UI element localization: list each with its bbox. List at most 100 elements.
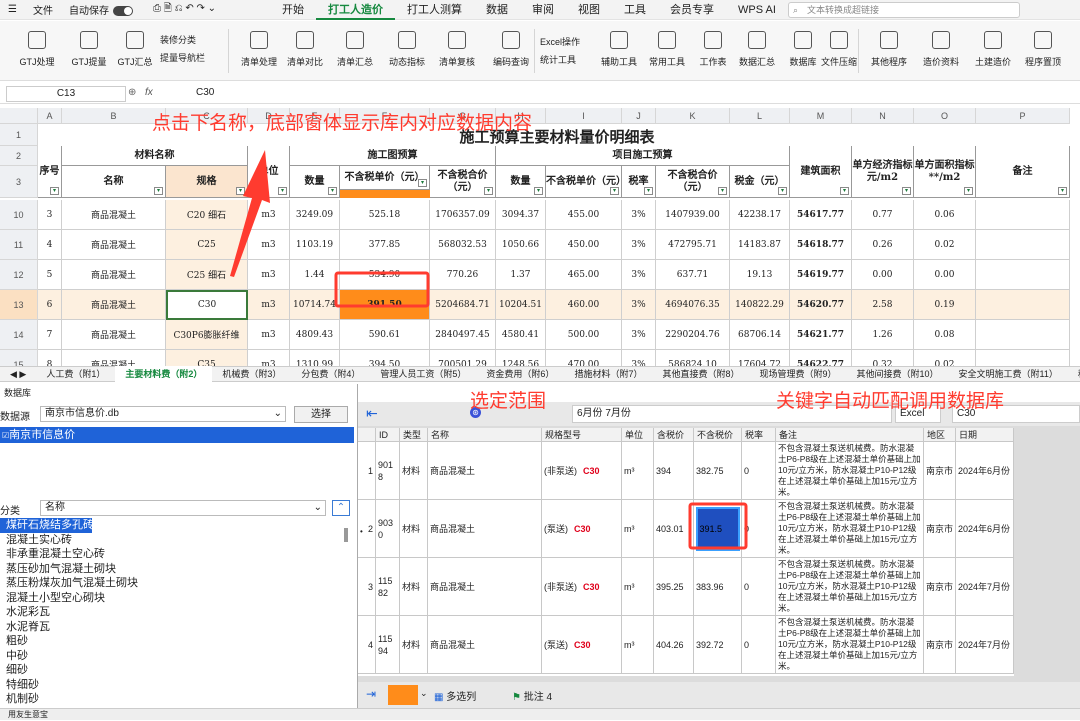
result-header-5[interactable]: 含税价 xyxy=(654,428,694,442)
cell-qty2[interactable]: 1248.56 xyxy=(496,350,546,366)
cell-tax[interactable]: 3% xyxy=(622,350,656,366)
sheet-tab-9[interactable]: 其他间接费（附10） xyxy=(846,366,948,382)
cell-price[interactable]: 525.18 xyxy=(340,200,430,230)
result-cell-date[interactable]: 2024年6月份 xyxy=(956,442,1014,500)
result-cell-type[interactable]: 材料 xyxy=(400,442,428,500)
cell-taxamt[interactable]: 17604.72 xyxy=(730,350,790,366)
result-cell-name[interactable]: 商品混凝土 xyxy=(428,558,542,616)
cell-spec[interactable]: C25 xyxy=(166,230,248,260)
ribbon-g2-1[interactable]: 清单对比 xyxy=(278,27,332,77)
cell-name[interactable]: 商品混凝土 xyxy=(62,230,166,260)
cell-area[interactable]: 54621.77 xyxy=(790,320,852,350)
category-item[interactable]: 细砂 xyxy=(0,663,346,678)
col-header-I[interactable]: I xyxy=(546,108,622,124)
col-header-P[interactable]: P xyxy=(976,108,1070,124)
sheet-tab-5[interactable]: 资金费用（附6） xyxy=(476,366,564,382)
result-cell-price_ex[interactable]: 391.5 xyxy=(694,500,742,558)
cell-total2[interactable]: 637.71 xyxy=(656,260,730,290)
result-cell-num[interactable]: 1 xyxy=(358,442,376,500)
fx-icon[interactable]: fx xyxy=(145,87,153,98)
tab-7[interactable]: 会员专享 xyxy=(658,0,726,20)
tab-4[interactable]: 审阅 xyxy=(520,0,566,20)
ribbon-g2-5[interactable]: 编码查询 xyxy=(484,27,538,77)
collapse-icon[interactable]: ⌃ xyxy=(332,500,350,516)
tab-2[interactable]: 打工人测算 xyxy=(395,0,474,20)
cell-total[interactable]: 2840497.45 xyxy=(430,320,496,350)
cell-unit[interactable]: m3 xyxy=(248,200,290,230)
cell-total2[interactable]: 1407939.00 xyxy=(656,200,730,230)
row-header[interactable]: 10 xyxy=(0,200,38,230)
scrollbar[interactable] xyxy=(344,528,348,542)
cell-seq[interactable]: 6 xyxy=(38,290,62,320)
cell-seq[interactable]: 5 xyxy=(38,260,62,290)
result-cell-spec[interactable]: (非泵送) C30 xyxy=(542,558,622,616)
col-header-L[interactable]: L xyxy=(730,108,790,124)
header-price-ex[interactable]: 不含税单价（元） ▾ xyxy=(340,166,430,190)
cell-qty2[interactable]: 1050.66 xyxy=(496,230,546,260)
cell-idx1[interactable]: 0.00 xyxy=(852,260,914,290)
cell-taxamt[interactable]: 14183.87 xyxy=(730,230,790,260)
header-qty2[interactable]: 数量 ▾ xyxy=(496,166,546,198)
col-header-B[interactable]: B xyxy=(62,108,166,124)
cell-taxamt[interactable]: 42238.17 xyxy=(730,200,790,230)
ribbon-g2-3[interactable]: 动态指标 xyxy=(380,27,434,77)
tab-6[interactable]: 工具 xyxy=(612,0,658,20)
result-cell-tax[interactable]: 0 xyxy=(742,500,776,558)
ribbon-g1-2[interactable]: GTJ汇总 xyxy=(108,27,162,77)
tab-3[interactable]: 数据 xyxy=(474,0,520,20)
header-note[interactable]: 备注 ▾ xyxy=(976,146,1070,198)
result-header-6[interactable]: 不含税价 xyxy=(694,428,742,442)
cell-seq[interactable]: 3 xyxy=(38,200,62,230)
result-cell-note[interactable]: 不包含混凝土泵送机械费。防水混凝土P6-P8级在上述混凝土单价基础上加10元/立… xyxy=(776,558,924,616)
spreadsheet-grid[interactable]: A B C D E F G H I J K L M N O P 1 2 3 施工预算主要材料量价明细表 序号 ▾ 材料名称名… xyxy=(0,108,1080,366)
row-header[interactable]: 12 xyxy=(0,260,38,290)
result-cell-date[interactable]: 2024年6月份 xyxy=(956,500,1014,558)
result-header-9[interactable]: 地区 xyxy=(924,428,956,442)
cell-spec[interactable]: C20 细石 xyxy=(166,200,248,230)
row-header[interactable]: 13 xyxy=(0,290,38,320)
cell-idx1[interactable]: 0.32 xyxy=(852,350,914,366)
sheet-tab-2[interactable]: 机械费（附3） xyxy=(212,366,291,382)
cell-note[interactable] xyxy=(976,260,1070,290)
cell-qty[interactable]: 1310.99 xyxy=(290,350,340,366)
header-index1-filter-icon[interactable]: ▾ xyxy=(902,187,911,195)
result-cell-price_in[interactable]: 394 xyxy=(654,442,694,500)
cell-tax[interactable]: 3% xyxy=(622,200,656,230)
result-cell-region[interactable]: 南京市 xyxy=(924,442,956,500)
header-price-ex-filter-icon[interactable]: ▾ xyxy=(418,179,427,187)
ribbon-g1-0[interactable]: GTJ处理 xyxy=(10,27,64,77)
result-cell-num[interactable]: 4 xyxy=(358,616,376,674)
cell-total[interactable]: 1706357.09 xyxy=(430,200,496,230)
class-select[interactable]: 名称 ⌄ xyxy=(40,500,326,516)
cell-name[interactable]: 商品混凝土 xyxy=(62,320,166,350)
cell-price2[interactable]: 465.00 xyxy=(546,260,622,290)
header-index1[interactable]: 单方经济指标元/m2 ▾ xyxy=(852,146,914,198)
result-cell-unit[interactable]: m³ xyxy=(622,442,654,500)
cell-taxamt[interactable]: 19.13 xyxy=(730,260,790,290)
back-arrow-icon[interactable]: ⇤ xyxy=(366,405,378,422)
cell-unit[interactable]: m3 xyxy=(248,290,290,320)
cell-tax[interactable]: 3% xyxy=(622,290,656,320)
cell-total2[interactable]: 472795.71 xyxy=(656,230,730,260)
cell-qty[interactable]: 4809.43 xyxy=(290,320,340,350)
sheet-tab-10[interactable]: 安全文明施工费（附11） xyxy=(949,366,1068,382)
ribbon-g4-1[interactable]: 造价资料 xyxy=(914,27,968,77)
sheet-tab-1[interactable]: 主要材料费（附2） xyxy=(115,366,213,382)
result-cell-price_ex[interactable]: 392.72 xyxy=(694,616,742,674)
row-header[interactable]: 15 xyxy=(0,350,38,366)
header-name-filter-icon[interactable]: ▾ xyxy=(154,187,163,195)
cell-name[interactable]: 商品混凝土 xyxy=(62,290,166,320)
selected-price-cell[interactable]: 391.50 xyxy=(340,290,430,320)
col-header-K[interactable]: K xyxy=(656,108,730,124)
ribbon-decor-0[interactable]: 装修分类 xyxy=(160,33,196,46)
sheet-tab-8[interactable]: 现场管理费（附9） xyxy=(749,366,846,382)
cell-total[interactable]: 5204684.71 xyxy=(430,290,496,320)
result-header-10[interactable]: 日期 xyxy=(956,428,1014,442)
tab-0[interactable]: 开始 xyxy=(270,0,316,20)
result-cell-price_ex[interactable]: 383.96 xyxy=(694,558,742,616)
header-qty2-filter-icon[interactable]: ▾ xyxy=(534,187,543,195)
multi-select-button[interactable]: ▦ 多选列 xyxy=(434,688,476,703)
cell-qty[interactable]: 1.44 xyxy=(290,260,340,290)
selected-result-price[interactable]: 391.5 xyxy=(695,506,740,551)
result-cell-type[interactable]: 材料 xyxy=(400,616,428,674)
